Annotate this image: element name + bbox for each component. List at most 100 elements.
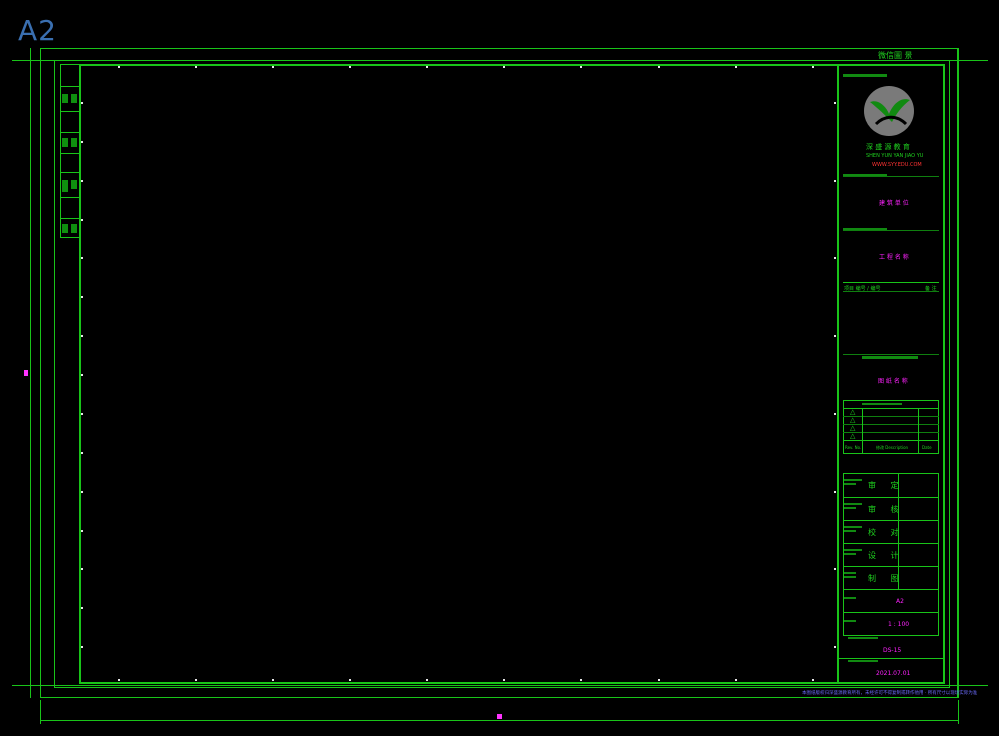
grid-tick — [834, 257, 836, 259]
signoff-marker — [844, 526, 862, 528]
section-line — [843, 230, 939, 231]
revision-table-header — [862, 403, 902, 405]
grid-tick — [81, 102, 83, 104]
grid-tick — [81, 568, 83, 570]
grid-tick — [658, 66, 660, 68]
grid-tick — [81, 491, 83, 493]
signoff-design: 设 计 — [868, 551, 905, 560]
signoff-check: 校 对 — [868, 528, 905, 537]
revision-col-header: Date — [922, 445, 932, 450]
signoff-marker — [844, 572, 856, 574]
drawing-frame — [79, 64, 945, 684]
project-subject: 工 程 名 称 — [879, 254, 909, 261]
section-line — [843, 354, 939, 355]
revision-col-header: Rev. No. — [845, 445, 862, 450]
header-title: 微信圖 景 — [878, 51, 913, 60]
section-marker — [862, 356, 918, 359]
binding-mark — [62, 224, 68, 233]
grid-tick — [735, 66, 737, 68]
sheet-info-marker — [844, 597, 856, 599]
revision-table-line — [843, 432, 939, 433]
signoff-marker — [844, 503, 862, 505]
section-marker — [843, 74, 887, 77]
grid-tick — [503, 679, 505, 681]
revision-table-col — [862, 408, 863, 454]
grid-tick — [81, 530, 83, 532]
drawing-title: 图 纸 名 称 — [878, 378, 908, 385]
section-line — [839, 658, 943, 659]
center-marker-bottom — [497, 714, 502, 719]
revision-col-header: 修改 Description — [876, 445, 909, 450]
sheet-number: DS-15 — [883, 647, 902, 654]
signoff-marker — [844, 576, 856, 578]
grid-tick — [580, 66, 582, 68]
signoff-row-line — [843, 612, 939, 613]
grid-tick — [834, 335, 836, 337]
grid-tick — [834, 413, 836, 415]
signoff-marker — [844, 549, 862, 551]
sheet-size-label: A2 — [18, 14, 57, 47]
sheet-info-marker — [844, 620, 856, 622]
grid-tick — [195, 66, 197, 68]
dimension-tick-left — [40, 700, 41, 724]
grid-tick — [580, 679, 582, 681]
revision-table-line — [843, 408, 939, 409]
binding-mark — [62, 138, 68, 147]
signoff-marker — [844, 479, 862, 481]
signoff-marker — [844, 530, 856, 532]
revision-mark: △ — [850, 408, 856, 416]
signoff-marker — [844, 483, 856, 485]
project-remark: 备 注 — [925, 286, 937, 292]
grid-tick — [812, 679, 814, 681]
signoff-review: 审 核 — [868, 505, 905, 514]
grid-tick — [503, 66, 505, 68]
signoff-row-line — [843, 589, 939, 590]
grid-tick — [834, 646, 836, 648]
grid-tick — [81, 141, 83, 143]
grid-tick — [834, 568, 836, 570]
binding-mark — [62, 180, 68, 192]
grid-tick — [81, 180, 83, 182]
company-logo — [862, 84, 916, 138]
binding-mark — [62, 94, 68, 103]
revision-mark: △ — [850, 424, 856, 432]
grid-tick — [812, 66, 814, 68]
signoff-marker — [844, 553, 856, 555]
dimension-tick-right — [958, 700, 959, 724]
grid-tick — [81, 413, 83, 415]
grid-tick — [272, 679, 274, 681]
company-contact: WWW.SYY.EDU.COM — [872, 162, 922, 168]
revision-table-line — [843, 440, 939, 441]
grid-tick — [272, 66, 274, 68]
binding-mark — [71, 138, 77, 147]
signoff-draft: 制 图 — [868, 574, 905, 583]
signoff-row-line — [843, 497, 939, 498]
signoff-approve: 审 定 — [868, 481, 905, 490]
guide-left — [30, 48, 31, 698]
grid-tick — [834, 102, 836, 104]
grid-tick — [426, 66, 428, 68]
dimension-line-bottom — [40, 720, 958, 721]
signoff-row-line — [843, 520, 939, 521]
revision-table-line — [843, 424, 939, 425]
grid-tick — [349, 66, 351, 68]
grid-tick — [81, 452, 83, 454]
bottom-note: 本图纸版权归深盛源教育所有，未经许可不得复制或转作他用 · 所有尺寸以现场实际为… — [802, 691, 978, 696]
grid-tick — [81, 335, 83, 337]
center-marker-left — [24, 370, 28, 376]
binding-mark — [71, 94, 77, 103]
revision-mark: △ — [850, 416, 856, 424]
grid-tick — [118, 679, 120, 681]
binding-mark — [71, 224, 77, 233]
grid-tick — [81, 374, 83, 376]
signoff-row-line — [843, 566, 939, 567]
title-block-divider — [837, 64, 839, 684]
guide-right — [958, 48, 959, 698]
signoff-row-line — [843, 543, 939, 544]
grid-tick — [195, 679, 197, 681]
section-line — [843, 282, 939, 283]
grid-tick — [81, 646, 83, 648]
signoff-marker — [844, 507, 856, 509]
project-label: 建 筑 单 位 — [879, 200, 909, 207]
revision-table-col — [918, 408, 919, 454]
